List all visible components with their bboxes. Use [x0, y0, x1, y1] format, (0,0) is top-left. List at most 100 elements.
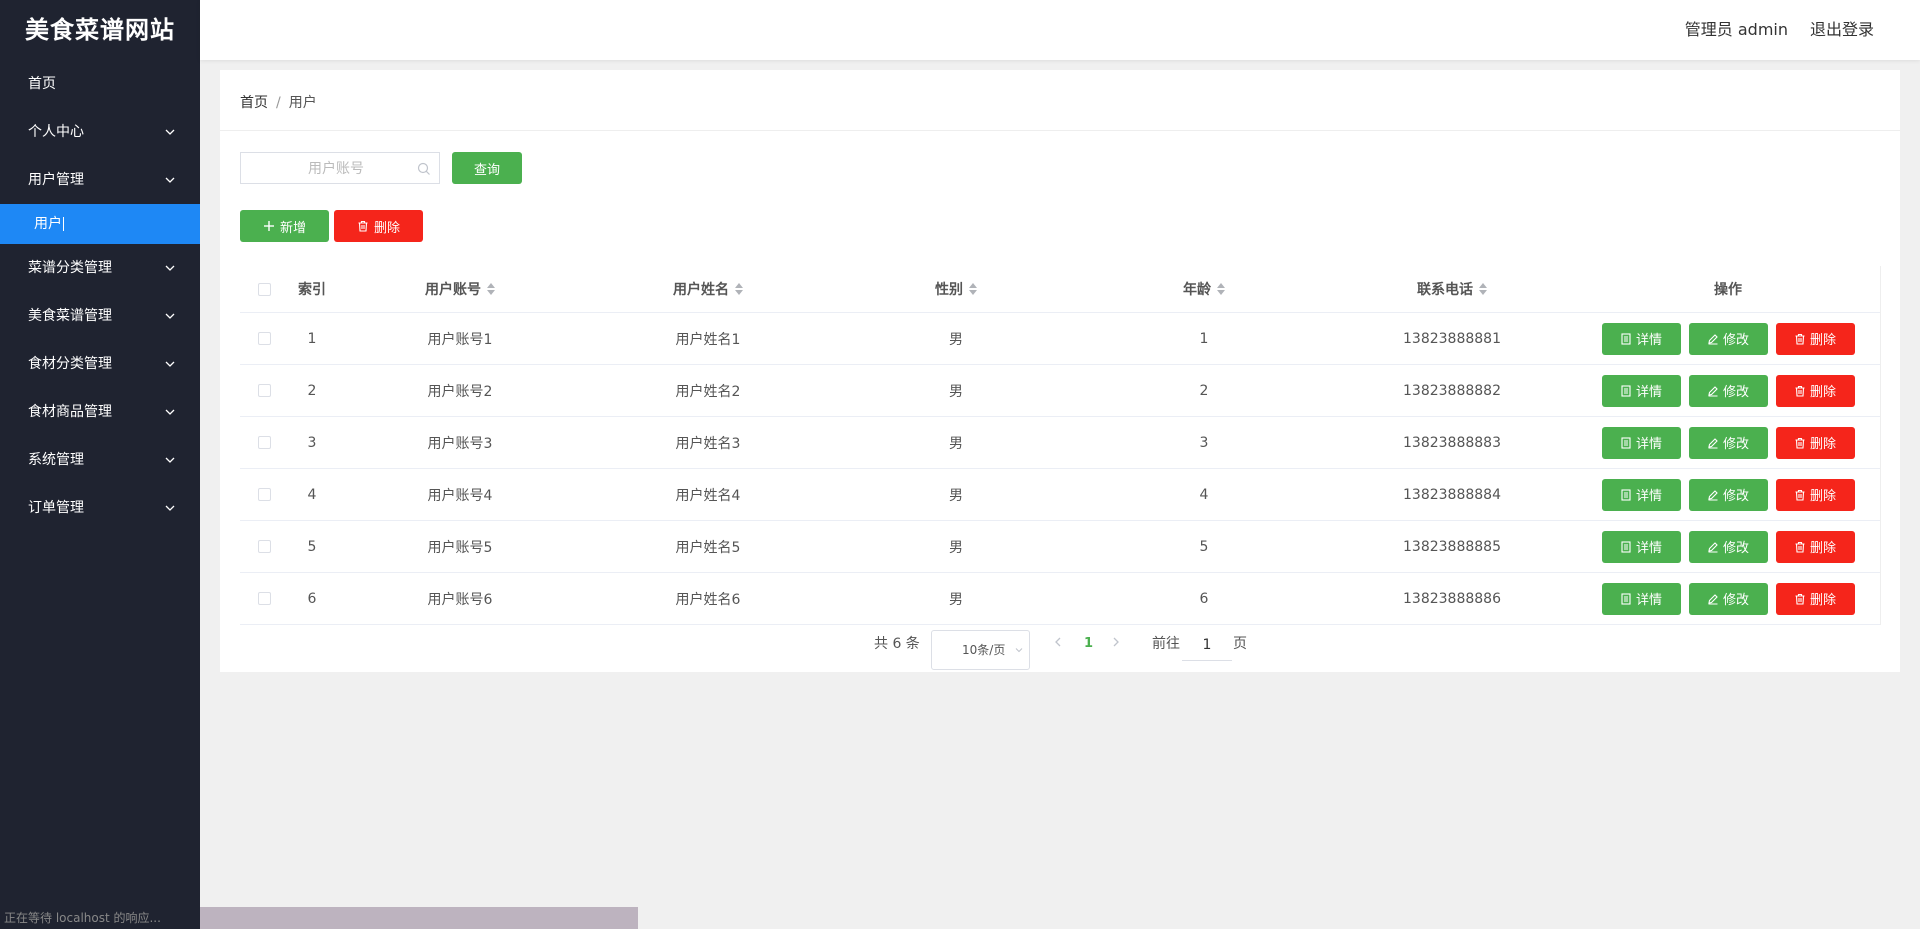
cell-account: 用户账号5 [427, 539, 493, 556]
detail-button-label: 详情 [1635, 385, 1662, 400]
current-user: 管理员 admin [1684, 20, 1788, 39]
delete-button-label: 删除 [1809, 541, 1836, 556]
row-checkbox[interactable] [257, 384, 271, 397]
row-checkbox[interactable] [257, 592, 271, 605]
table-row: 4 用户账号4 用户姓名4 男 4 13823888884 详情 修改 删除 [240, 469, 1880, 521]
sort-icon[interactable] [487, 283, 495, 295]
goto-page-input[interactable] [1182, 630, 1232, 661]
column-header-phone[interactable]: 联系电话 [1328, 266, 1576, 312]
logout-link[interactable]: 退出登录 [1810, 0, 1874, 60]
sort-icon[interactable] [969, 283, 977, 295]
sidebar-item-recipe-management[interactable]: 美食菜谱管理 [0, 292, 200, 340]
column-header-gender[interactable]: 性别 [832, 266, 1080, 312]
table-row: 6 用户账号6 用户姓名6 男 6 13823888886 详情 修改 删除 [240, 573, 1880, 625]
sidebar-item-orders[interactable]: 订单管理 [0, 484, 200, 532]
sidebar-item-user-management[interactable]: 用户管理 [0, 156, 200, 204]
edit-icon [1708, 541, 1718, 553]
sort-icon[interactable] [735, 283, 743, 295]
document-icon [1621, 488, 1631, 501]
document-icon [1621, 592, 1631, 605]
edit-icon [1708, 385, 1718, 397]
row-checkbox[interactable] [257, 488, 271, 501]
delete-button[interactable]: 删除 [1775, 426, 1855, 459]
sidebar-item-home[interactable]: 首页 [0, 60, 200, 108]
detail-button[interactable]: 详情 [1601, 478, 1681, 511]
document-icon [1621, 436, 1631, 449]
cell-gender: 男 [949, 435, 963, 452]
search-field[interactable] [240, 152, 440, 185]
row-checkbox[interactable] [257, 540, 271, 553]
sidebar-item-personal-center[interactable]: 个人中心 [0, 108, 200, 156]
trash-icon [358, 220, 368, 232]
column-header-label: 联系电话 [1417, 282, 1473, 298]
page-size-select[interactable]: 10条/页 [931, 630, 1030, 670]
sidebar-item-ingredient-category[interactable]: 食材分类管理 [0, 340, 200, 388]
table-row: 5 用户账号5 用户姓名5 男 5 13823888885 详情 修改 删除 [240, 521, 1880, 573]
detail-button[interactable]: 详情 [1601, 530, 1681, 563]
prev-page-icon[interactable] [1052, 636, 1064, 648]
edit-button[interactable]: 修改 [1688, 530, 1768, 563]
pagination-total: 共 6 条 [874, 636, 920, 652]
sidebar-item-system[interactable]: 系统管理 [0, 436, 200, 484]
cell-actions: 详情 修改 删除 [1576, 417, 1880, 468]
row-checkbox[interactable] [257, 436, 271, 449]
edit-icon [1708, 437, 1718, 449]
select-all-checkbox[interactable] [257, 282, 271, 296]
sidebar-item-ingredient-goods[interactable]: 食材商品管理 [0, 388, 200, 436]
next-page-icon[interactable] [1110, 636, 1122, 648]
edit-button-label: 修改 [1722, 333, 1749, 348]
plus-icon [263, 221, 274, 231]
sidebar-subitem-users[interactable]: 用户 [0, 204, 200, 244]
edit-button[interactable]: 修改 [1688, 322, 1768, 355]
detail-button[interactable]: 详情 [1601, 374, 1681, 407]
cell-actions: 详情 修改 删除 [1576, 573, 1880, 624]
goto-unit-label: 页 [1233, 636, 1247, 652]
detail-button[interactable]: 详情 [1601, 582, 1681, 615]
delete-button[interactable]: 删除 [1775, 530, 1855, 563]
delete-button[interactable]: 删除 [1775, 374, 1855, 407]
chevron-down-icon [164, 108, 176, 156]
sidebar-item-label: 系统管理 [28, 452, 84, 468]
table-row: 1 用户账号1 用户姓名1 男 1 13823888881 详情 修改 删除 [240, 313, 1880, 365]
sort-icon[interactable] [1217, 283, 1225, 295]
query-button[interactable]: 查询 [452, 152, 522, 184]
cell-age: 5 [1199, 538, 1209, 555]
delete-button[interactable]: 删除 [1775, 582, 1855, 615]
goto-label: 前往 [1152, 636, 1180, 652]
edit-icon [1708, 489, 1718, 501]
delete-button[interactable]: 删除 [1775, 478, 1855, 511]
delete-button[interactable]: 删除 [1775, 322, 1855, 355]
sort-icon[interactable] [1479, 283, 1487, 295]
column-header-age[interactable]: 年龄 [1080, 266, 1328, 312]
detail-button[interactable]: 详情 [1601, 426, 1681, 459]
main-card: 首页 / 用户 查询 新增 删除 索引 用户账号 用户姓名 性别 年龄 联系电话 操… [220, 70, 1900, 672]
edit-button[interactable]: 修改 [1688, 478, 1768, 511]
page-number-current[interactable]: 1 [1084, 632, 1093, 656]
detail-button[interactable]: 详情 [1601, 322, 1681, 355]
sidebar-item-label: 美食菜谱管理 [28, 308, 112, 324]
cell-index: 3 [307, 434, 317, 451]
edit-button[interactable]: 修改 [1688, 582, 1768, 615]
edit-button[interactable]: 修改 [1688, 426, 1768, 459]
sidebar-item-label: 食材分类管理 [28, 356, 112, 372]
cell-name: 用户姓名6 [675, 591, 741, 608]
cell-index: 6 [307, 590, 317, 607]
breadcrumb-home[interactable]: 首页 [240, 95, 268, 111]
column-header-label: 性别 [935, 282, 963, 298]
cell-age: 3 [1199, 434, 1209, 451]
chevron-down-icon [164, 244, 176, 292]
add-button[interactable]: 新增 [240, 210, 329, 242]
edit-button[interactable]: 修改 [1688, 374, 1768, 407]
sidebar-subitem-label: 用户 [34, 216, 62, 232]
column-header-name[interactable]: 用户姓名 [584, 266, 832, 312]
row-checkbox[interactable] [257, 332, 271, 345]
chevron-down-icon [164, 340, 176, 388]
status-text: 正在等待 localhost 的响应... [0, 907, 200, 929]
add-button-label: 新增 [279, 220, 306, 236]
search-input[interactable] [241, 153, 423, 185]
batch-delete-button[interactable]: 删除 [334, 210, 423, 242]
sidebar-item-recipe-category[interactable]: 菜谱分类管理 [0, 244, 200, 292]
column-header-account[interactable]: 用户账号 [336, 266, 584, 312]
column-header-label: 年龄 [1183, 282, 1211, 298]
cell-gender: 男 [949, 487, 963, 504]
